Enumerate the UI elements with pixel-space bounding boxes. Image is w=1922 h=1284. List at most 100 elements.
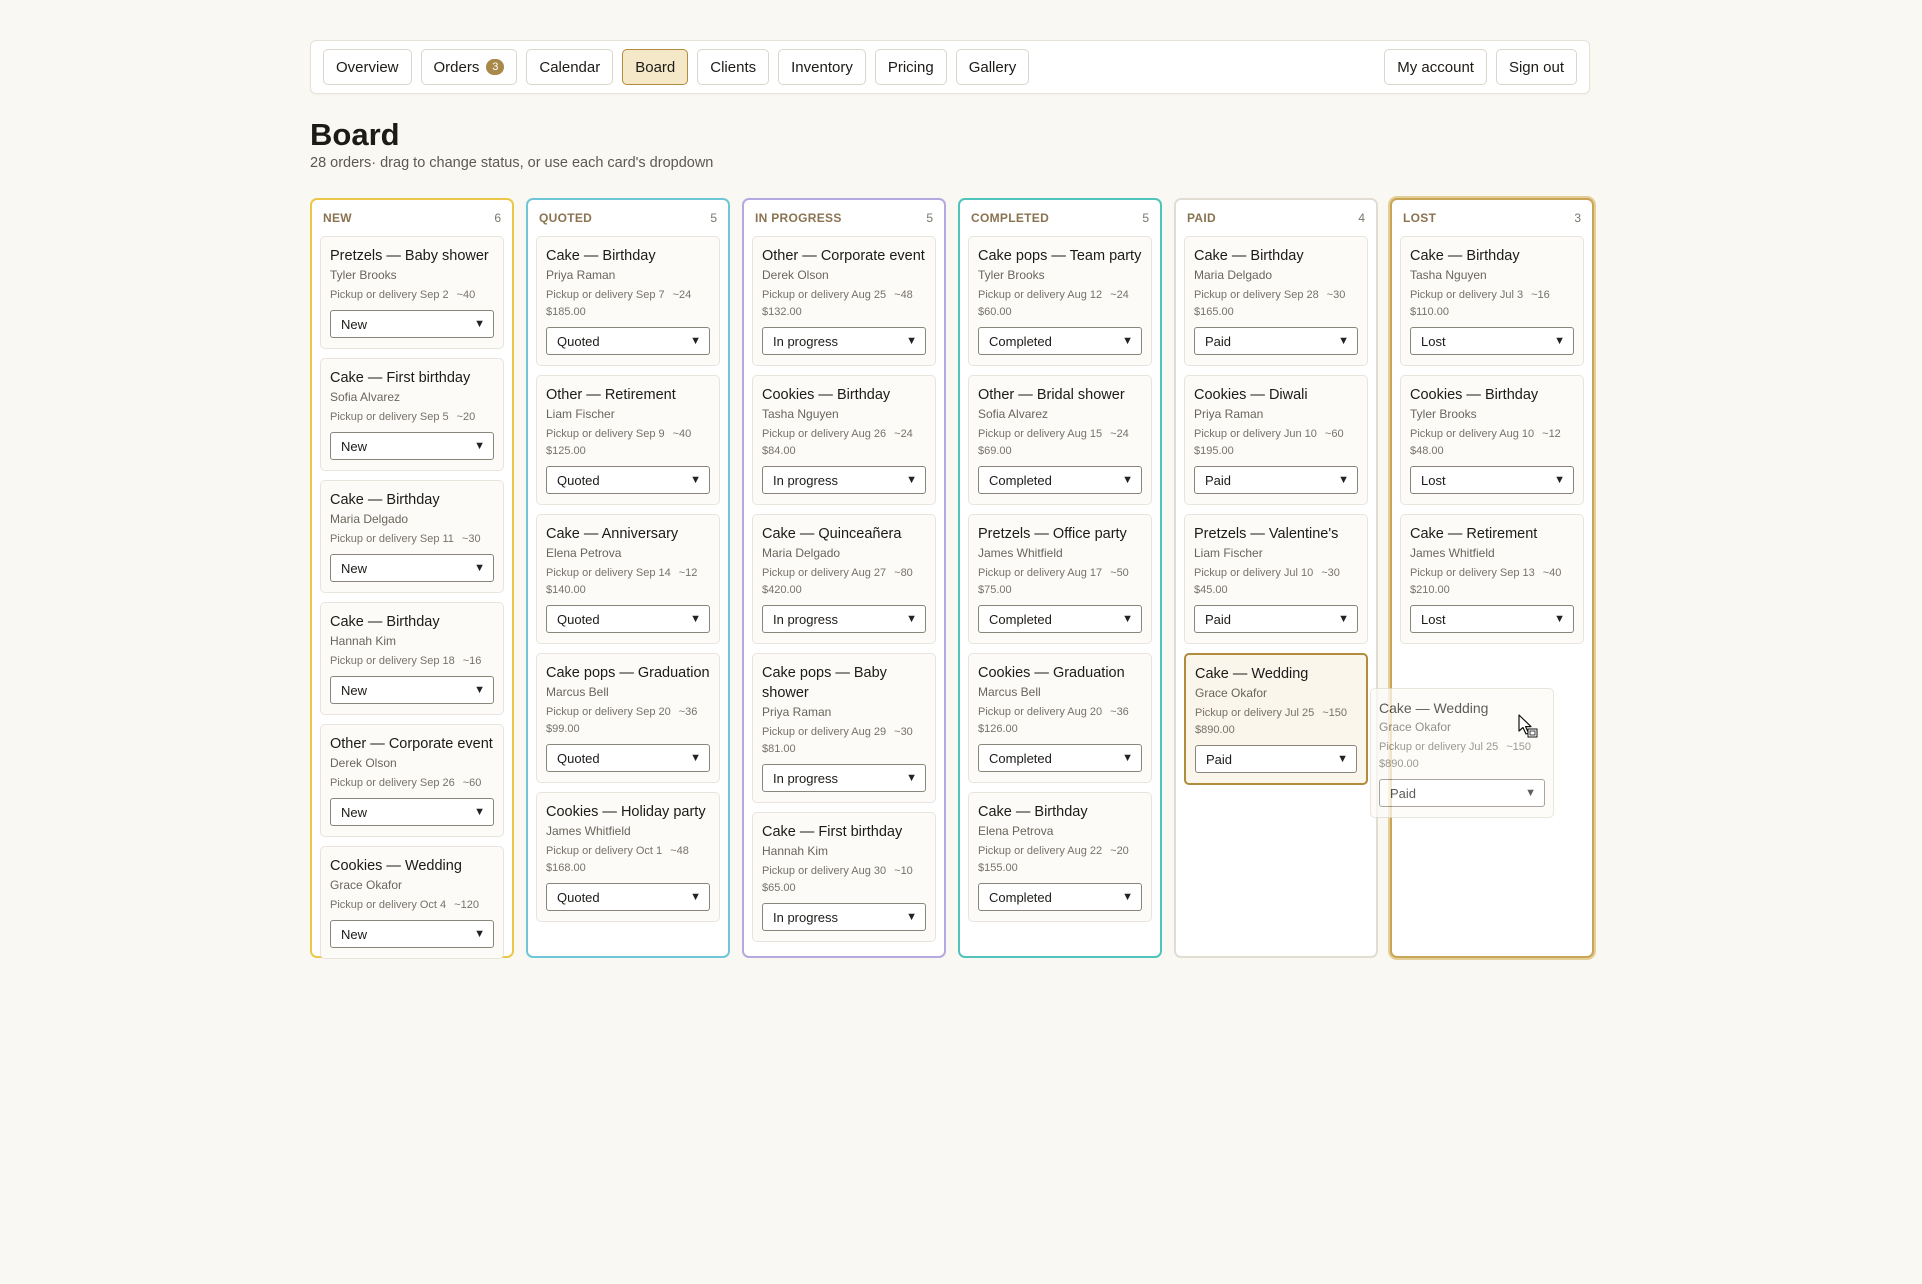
- order-card[interactable]: Cake — Birthday Hannah Kim Pickup or deliv…: [320, 602, 504, 715]
- column-lost[interactable]: LOST 3 Cake — Birthday Tasha Nguyen Pickup o…: [1390, 198, 1594, 958]
- my-account-button[interactable]: My account: [1384, 49, 1487, 85]
- chevron-down-icon: ▼: [474, 318, 485, 330]
- card-pickup: Pickup or delivery Aug 20: [978, 706, 1103, 718]
- card-pickup: Pickup or delivery Jul 3: [1410, 289, 1524, 301]
- order-card[interactable]: Pretzels — Baby shower Tyler Brooks Pickup…: [320, 236, 504, 349]
- status-select[interactable]: In progress ▼: [762, 605, 926, 633]
- status-select[interactable]: Completed ▼: [978, 466, 1142, 494]
- order-card[interactable]: Cookies — Birthday Tyler Brooks Pickup or …: [1400, 375, 1584, 505]
- order-card[interactable]: Cake — Birthday Maria Delgado Pickup or de…: [1184, 236, 1368, 366]
- status-select[interactable]: New ▼: [330, 798, 494, 826]
- order-card[interactable]: Cake — Birthday Priya Raman Pickup or deli…: [536, 236, 720, 366]
- order-card[interactable]: Other — Retirement Liam Fischer Pickup or …: [536, 375, 720, 505]
- status-select[interactable]: New ▼: [330, 432, 494, 460]
- order-card[interactable]: Cookies — Wedding Grace Okafor Pickup or d…: [320, 846, 504, 959]
- column-new[interactable]: NEW 6 Pretzels — Baby shower Tyler Brooks Pi…: [310, 198, 514, 959]
- order-card[interactable]: Cake — Birthday Maria Delgado Pickup or de…: [320, 480, 504, 593]
- nav-overview-button[interactable]: Overview: [323, 49, 412, 85]
- order-card[interactable]: Cookies — Diwali Priya Raman Pickup or del…: [1184, 375, 1368, 505]
- nav-overview-label: Overview: [336, 58, 399, 76]
- ghost-status-select[interactable]: Paid ▼: [1379, 779, 1545, 807]
- column-name: PAID: [1187, 211, 1216, 225]
- column-paid[interactable]: PAID 4 Cake — Birthday Maria Delgado Pickup …: [1174, 198, 1378, 958]
- nav-pricing-button[interactable]: Pricing: [874, 49, 947, 85]
- chevron-down-icon: ▼: [474, 440, 485, 452]
- order-card[interactable]: Cake — First birthday Sofia Alvarez Pickup…: [320, 358, 504, 471]
- card-pickup: Pickup or delivery Sep 9: [546, 428, 665, 440]
- chevron-down-icon: ▼: [474, 928, 485, 940]
- card-title: Cake — First birthday: [330, 370, 471, 386]
- sign-out-button[interactable]: Sign out: [1495, 49, 1577, 85]
- order-card[interactable]: Cake pops — Baby shower Priya Raman Pickup…: [752, 653, 936, 803]
- column-count: 3: [1574, 211, 1581, 225]
- status-select[interactable]: Quoted ▼: [546, 466, 710, 494]
- nav-calendar-button[interactable]: Calendar: [526, 49, 614, 85]
- chevron-down-icon: ▼: [1338, 474, 1349, 486]
- status-select[interactable]: New ▼: [330, 676, 494, 704]
- status-select[interactable]: Paid ▼: [1194, 466, 1358, 494]
- order-card[interactable]: Other — Corporate event Derek Olson Pickup…: [320, 724, 504, 837]
- card-title: Cake — Wedding: [1195, 666, 1309, 682]
- order-card[interactable]: Pretzels — Office party James Whitfield Pi…: [968, 514, 1152, 644]
- nav-clients-button[interactable]: Clients: [697, 49, 770, 85]
- order-card[interactable]: Cookies — Birthday Tasha Nguyen Pickup or …: [752, 375, 936, 505]
- order-card[interactable]: Pretzels — Valentine's Liam Fischer Pickup…: [1184, 514, 1368, 644]
- nav-gallery-button[interactable]: Gallery: [955, 49, 1030, 85]
- status-select[interactable]: Completed ▼: [978, 327, 1142, 355]
- order-card[interactable]: Cake — Birthday Elena Petrova Pickup or de…: [968, 792, 1152, 922]
- order-card[interactable]: Cake — Retirement James Whitfield Pickup o…: [1400, 514, 1584, 644]
- nav-board-button[interactable]: Board: [622, 49, 689, 85]
- drag-ghost-card[interactable]: Cake — Wedding Grace Okafor Pickup or de…: [1370, 688, 1554, 818]
- order-card[interactable]: Cake — Birthday Tasha Nguyen Pickup or del…: [1400, 236, 1584, 366]
- status-select[interactable]: Paid ▼: [1194, 605, 1358, 633]
- order-card[interactable]: Cookies — Holiday party James Whitfield Pi…: [536, 792, 720, 922]
- order-card[interactable]: Cake — Wedding Grace Okafor Pickup or deli…: [1184, 653, 1368, 785]
- status-select[interactable]: New ▼: [330, 920, 494, 948]
- nav-inventory-button[interactable]: Inventory: [778, 49, 866, 85]
- status-select[interactable]: In progress ▼: [762, 764, 926, 792]
- card-client: Tyler Brooks: [330, 268, 397, 282]
- column-in-progress[interactable]: IN PROGRESS 5 Other — Corporate event Derek…: [742, 198, 946, 958]
- card-price: $48.00: [1410, 445, 1444, 457]
- my-account-label: My account: [1397, 58, 1474, 76]
- order-card[interactable]: Cake pops — Graduation Marcus Bell Pickup …: [536, 653, 720, 783]
- status-select[interactable]: Quoted ▼: [546, 883, 710, 911]
- status-select[interactable]: In progress ▼: [762, 466, 926, 494]
- order-card[interactable]: Other — Bridal shower Sofia Alvarez Pickup…: [968, 375, 1152, 505]
- status-select[interactable]: New ▼: [330, 310, 494, 338]
- status-select[interactable]: Completed ▼: [978, 744, 1142, 772]
- nav-orders-button[interactable]: Orders 3: [420, 49, 518, 85]
- status-select[interactable]: Quoted ▼: [546, 744, 710, 772]
- status-select[interactable]: In progress ▼: [762, 327, 926, 355]
- status-select[interactable]: New ▼: [330, 554, 494, 582]
- order-card[interactable]: Cake — Quinceañera Maria Delgado Pickup or…: [752, 514, 936, 644]
- card-pickup: Pickup or delivery Aug 27: [762, 567, 887, 579]
- chevron-down-icon: ▼: [906, 772, 917, 784]
- status-select[interactable]: Lost ▼: [1410, 466, 1574, 494]
- status-select[interactable]: In progress ▼: [762, 903, 926, 931]
- order-card[interactable]: Cookies — Graduation Marcus Bell Pickup or…: [968, 653, 1152, 783]
- order-card[interactable]: Other — Corporate event Derek Olson Pickup…: [752, 236, 936, 366]
- status-select[interactable]: Lost ▼: [1410, 327, 1574, 355]
- status-select[interactable]: Paid ▼: [1194, 327, 1358, 355]
- card-qty: ~48: [670, 845, 689, 857]
- status-select[interactable]: Completed ▼: [978, 605, 1142, 633]
- column-completed[interactable]: COMPLETED 5 Cake pops — Team party Tyler Br…: [958, 198, 1162, 958]
- status-select[interactable]: Lost ▼: [1410, 605, 1574, 633]
- card-price: $185.00: [546, 306, 586, 318]
- card-client: Tasha Nguyen: [1410, 268, 1487, 282]
- card-pickup: Pickup or delivery Aug 10: [1410, 428, 1535, 440]
- status-value: In progress: [773, 472, 839, 488]
- order-card[interactable]: Cake pops — Team party Tyler Brooks Pickup…: [968, 236, 1152, 366]
- card-price: $420.00: [762, 584, 802, 596]
- column-quoted[interactable]: QUOTED 5 Cake — Birthday Priya Raman Pickup …: [526, 198, 730, 958]
- status-select[interactable]: Completed ▼: [978, 883, 1142, 911]
- card-meta: Pickup or delivery Jun 10 ~60: [1194, 428, 1358, 440]
- order-card[interactable]: Cake — First birthday Hannah Kim Pickup or…: [752, 812, 936, 942]
- status-value: Completed: [989, 611, 1052, 627]
- order-card[interactable]: Cake — Anniversary Elena Petrova Pickup or…: [536, 514, 720, 644]
- card-qty: ~20: [1110, 845, 1129, 857]
- status-select[interactable]: Quoted ▼: [546, 605, 710, 633]
- status-select[interactable]: Quoted ▼: [546, 327, 710, 355]
- status-select[interactable]: Paid ▼: [1195, 745, 1357, 773]
